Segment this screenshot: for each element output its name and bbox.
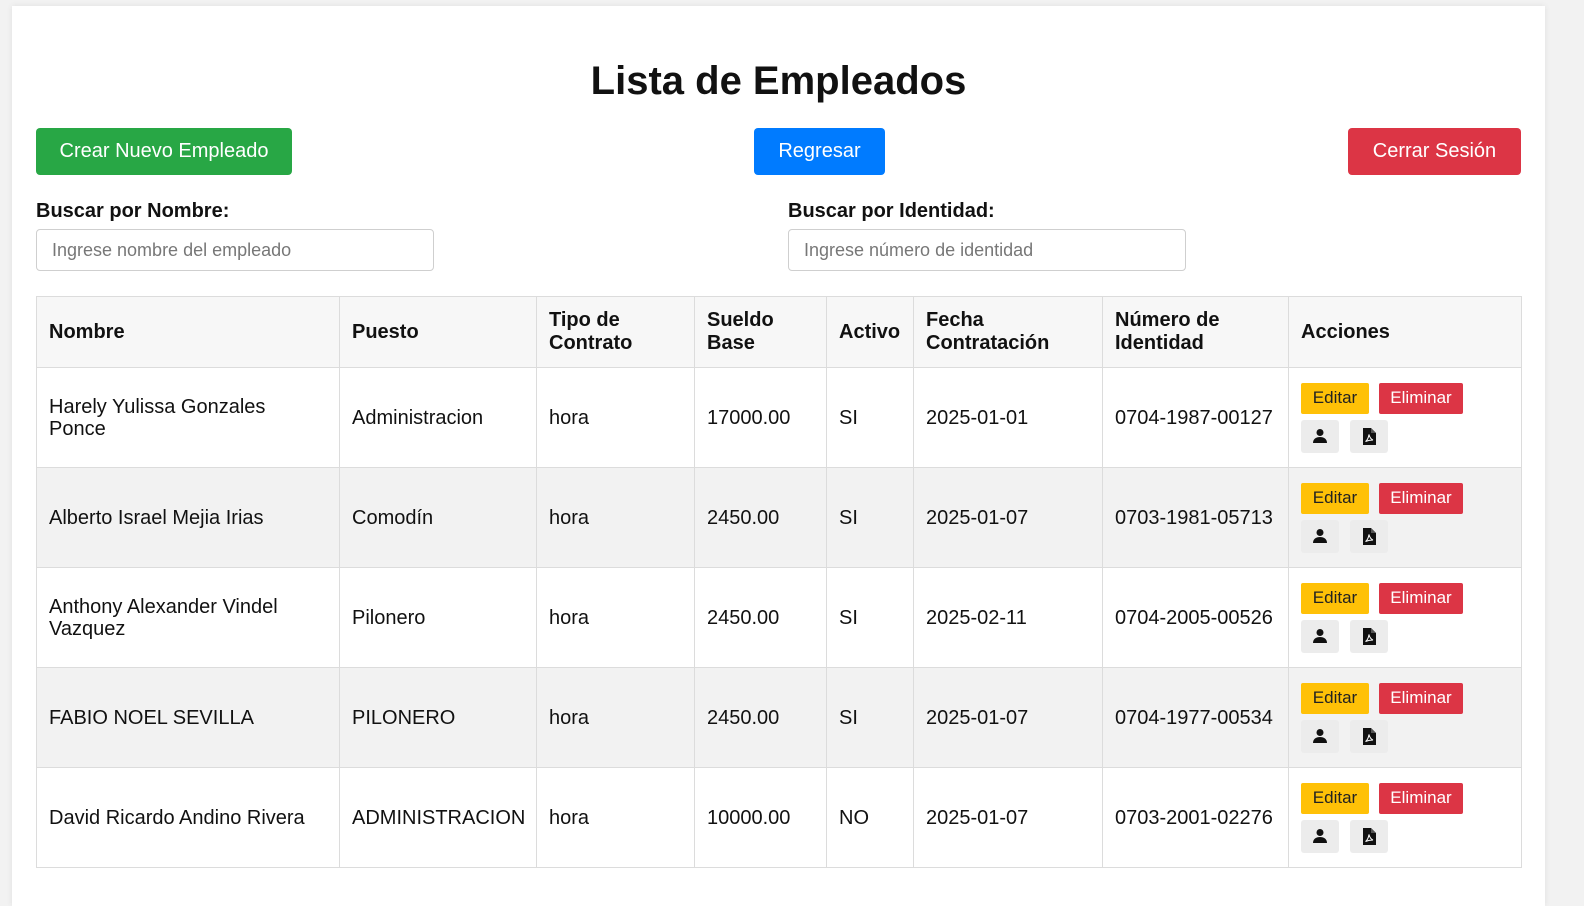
header-nombre: Nombre	[36, 296, 340, 368]
back-button[interactable]: Regresar	[754, 128, 885, 175]
pdf-file-icon[interactable]	[1350, 519, 1388, 553]
user-icon[interactable]	[1301, 419, 1339, 453]
header-numero-identidad: Número de Identidad	[1102, 296, 1289, 368]
edit-button[interactable]: Editar	[1301, 682, 1369, 714]
cell-sueldo: 17000.00	[694, 367, 827, 468]
cell-fecha: 2025-01-07	[913, 467, 1103, 568]
delete-button[interactable]: Eliminar	[1379, 482, 1463, 514]
cell-identidad: 0703-2001-02276	[1102, 767, 1289, 868]
cell-activo: SI	[826, 467, 914, 568]
cell-fecha: 2025-01-01	[913, 367, 1103, 468]
cell-sueldo: 2450.00	[694, 667, 827, 768]
cell-tipo: hora	[536, 767, 695, 868]
employees-table: Nombre Puesto Tipo de Contrato Sueldo Ba…	[36, 296, 1522, 868]
table-header-row: Nombre Puesto Tipo de Contrato Sueldo Ba…	[36, 296, 1522, 368]
search-id-label: Buscar por Identidad:	[788, 200, 995, 222]
cell-acciones: Editar Eliminar	[1288, 667, 1522, 768]
main-card: Lista de Empleados Crear Nuevo Empleado …	[12, 6, 1545, 906]
table-row: Alberto Israel Mejia Irias Comodín hora 245…	[36, 467, 1522, 568]
delete-button[interactable]: Eliminar	[1379, 582, 1463, 614]
table-row: Harely Yulissa Gonzales Ponce Administrac…	[36, 367, 1522, 468]
cell-activo: SI	[826, 667, 914, 768]
edit-button[interactable]: Editar	[1301, 482, 1369, 514]
page-title: Lista de Empleados	[590, 59, 967, 103]
user-icon[interactable]	[1301, 719, 1339, 753]
pdf-file-icon[interactable]	[1350, 719, 1388, 753]
cell-acciones: Editar Eliminar	[1288, 567, 1522, 668]
header-fecha-contratacion: Fecha Contratación	[913, 296, 1103, 368]
cell-sueldo: 2450.00	[694, 467, 827, 568]
user-icon[interactable]	[1301, 519, 1339, 553]
logout-button[interactable]: Cerrar Sesión	[1348, 128, 1521, 175]
cell-nombre: Anthony Alexander Vindel Vazquez	[36, 567, 340, 668]
cell-activo: SI	[826, 367, 914, 468]
edit-button[interactable]: Editar	[1301, 582, 1369, 614]
cell-nombre: FABIO NOEL SEVILLA	[36, 667, 340, 768]
cell-sueldo: 2450.00	[694, 567, 827, 668]
cell-identidad: 0704-1987-00127	[1102, 367, 1289, 468]
search-name-label: Buscar por Nombre:	[36, 200, 230, 222]
cell-sueldo: 10000.00	[694, 767, 827, 868]
cell-identidad: 0704-1977-00534	[1102, 667, 1289, 768]
cell-puesto: PILONERO	[339, 667, 537, 768]
table-row: FABIO NOEL SEVILLA PILONERO hora 2450.00 SI 2…	[36, 667, 1522, 768]
header-puesto: Puesto	[339, 296, 537, 368]
delete-button[interactable]: Eliminar	[1379, 782, 1463, 814]
pdf-file-icon[interactable]	[1350, 819, 1388, 853]
table-row: David Ricardo Andino Rivera ADMINISTRACIO…	[36, 767, 1522, 868]
cell-tipo: hora	[536, 467, 695, 568]
cell-puesto: Pilonero	[339, 567, 537, 668]
user-icon[interactable]	[1301, 819, 1339, 853]
edit-button[interactable]: Editar	[1301, 782, 1369, 814]
user-icon[interactable]	[1301, 619, 1339, 653]
cell-nombre: David Ricardo Andino Rivera	[36, 767, 340, 868]
pdf-file-icon[interactable]	[1350, 619, 1388, 653]
cell-activo: NO	[826, 767, 914, 868]
header-tipo-contrato: Tipo de Contrato	[536, 296, 695, 368]
search-id-input[interactable]	[788, 229, 1186, 271]
delete-button[interactable]: Eliminar	[1379, 382, 1463, 414]
cell-puesto: Administracion	[339, 367, 537, 468]
delete-button[interactable]: Eliminar	[1379, 682, 1463, 714]
table-row: Anthony Alexander Vindel Vazquez Pilonero…	[36, 567, 1522, 668]
cell-fecha: 2025-01-07	[913, 667, 1103, 768]
cell-nombre: Harely Yulissa Gonzales Ponce	[36, 367, 340, 468]
header-sueldo-base: Sueldo Base	[694, 296, 827, 368]
cell-acciones: Editar Eliminar	[1288, 367, 1522, 468]
cell-tipo: hora	[536, 667, 695, 768]
edit-button[interactable]: Editar	[1301, 382, 1369, 414]
cell-puesto: Comodín	[339, 467, 537, 568]
header-acciones: Acciones	[1288, 296, 1522, 368]
header-activo: Activo	[826, 296, 914, 368]
pdf-file-icon[interactable]	[1350, 419, 1388, 453]
cell-nombre: Alberto Israel Mejia Irias	[36, 467, 340, 568]
cell-fecha: 2025-01-07	[913, 767, 1103, 868]
cell-identidad: 0703-1981-05713	[1102, 467, 1289, 568]
cell-activo: SI	[826, 567, 914, 668]
cell-puesto: ADMINISTRACION	[339, 767, 537, 868]
create-employee-button[interactable]: Crear Nuevo Empleado	[36, 128, 292, 175]
cell-identidad: 0704-2005-00526	[1102, 567, 1289, 668]
cell-fecha: 2025-02-11	[913, 567, 1103, 668]
cell-acciones: Editar Eliminar	[1288, 767, 1522, 868]
cell-acciones: Editar Eliminar	[1288, 467, 1522, 568]
cell-tipo: hora	[536, 367, 695, 468]
search-name-input[interactable]	[36, 229, 434, 271]
cell-tipo: hora	[536, 567, 695, 668]
